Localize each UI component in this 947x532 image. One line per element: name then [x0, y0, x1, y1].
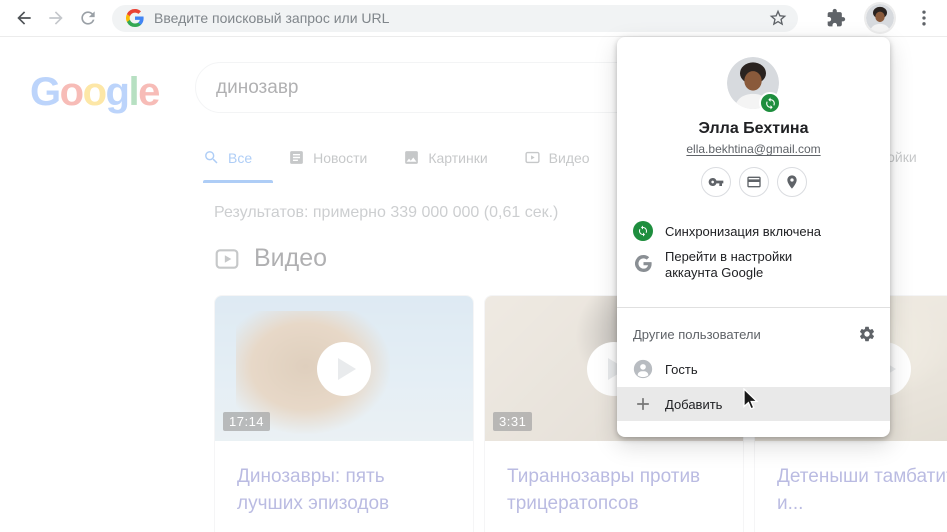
- video-title-link[interactable]: Динозавры: пять лучших эпизодов: [215, 441, 473, 517]
- guest-avatar-icon: [633, 359, 653, 379]
- payments-button[interactable]: [739, 167, 769, 197]
- search-icon: [203, 149, 220, 166]
- addresses-button[interactable]: [777, 167, 807, 197]
- video-title-link[interactable]: Тираннозавры против трицератопсов: [485, 441, 743, 517]
- address-bar[interactable]: Введите поисковый запрос или URL: [112, 5, 798, 32]
- bookmark-star-icon[interactable]: [768, 8, 788, 28]
- browser-menu-button[interactable]: [908, 2, 940, 34]
- google-logo[interactable]: Google: [30, 70, 159, 115]
- video-section-header: Видео: [214, 244, 327, 273]
- google-g-icon: [126, 9, 144, 27]
- tab-label: Картинки: [428, 150, 487, 166]
- profile-email: ella.bekhtina@gmail.com: [617, 142, 890, 156]
- tab-label: Видео: [549, 150, 590, 166]
- images-icon: [403, 149, 420, 166]
- video-section-icon: [214, 246, 240, 272]
- tab-all[interactable]: Все: [203, 149, 252, 166]
- search-query-text: динозавр: [216, 77, 299, 99]
- address-bar-placeholder: Введите поисковый запрос или URL: [154, 10, 768, 26]
- guest-label: Гость: [665, 362, 698, 377]
- forward-arrow-icon: [46, 8, 66, 28]
- video-title-link[interactable]: Детеныши тамбатитани и...: [755, 441, 947, 517]
- search-tabs: Все Новости Картинки Видео: [203, 149, 590, 166]
- sync-status-row[interactable]: Синхронизация включена: [617, 213, 890, 249]
- account-settings-label: Перейти в настройки аккаунта Google: [665, 249, 820, 281]
- tab-label: Все: [228, 150, 252, 166]
- puzzle-icon: [826, 8, 846, 28]
- manage-users-button[interactable]: [858, 325, 876, 343]
- sync-badge-icon: [759, 92, 781, 114]
- other-users-label: Другие пользователи: [633, 327, 761, 342]
- profile-shortcuts: [617, 167, 890, 197]
- tab-label: Новости: [313, 150, 367, 166]
- sync-icon: [633, 221, 653, 241]
- video-icon: [524, 149, 541, 166]
- video-duration-badge: 3:31: [493, 412, 532, 431]
- account-settings-row[interactable]: Перейти в настройки аккаунта Google: [617, 249, 890, 295]
- sync-status-label: Синхронизация включена: [665, 224, 821, 239]
- credit-card-icon: [746, 174, 762, 190]
- tab-images[interactable]: Картинки: [403, 149, 487, 166]
- location-pin-icon: [784, 174, 800, 190]
- profile-menu-popup: Элла Бехтина ella.bekhtina@gmail.com Син…: [617, 37, 890, 437]
- popup-divider: [617, 307, 890, 308]
- refresh-icon: [78, 8, 98, 28]
- profile-avatar-button[interactable]: [866, 4, 894, 32]
- extensions-button[interactable]: [820, 2, 852, 34]
- play-button-icon[interactable]: [317, 342, 371, 396]
- passwords-button[interactable]: [701, 167, 731, 197]
- tab-videos[interactable]: Видео: [524, 149, 590, 166]
- guest-row[interactable]: Гость: [617, 351, 890, 387]
- video-duration-badge: 17:14: [223, 412, 270, 431]
- video-section-title: Видео: [254, 244, 327, 273]
- back-button[interactable]: [8, 2, 40, 34]
- active-tab-underline: [203, 180, 273, 183]
- browser-toolbar: Введите поисковый запрос или URL: [0, 0, 947, 37]
- key-icon: [708, 174, 724, 190]
- news-icon: [288, 149, 305, 166]
- add-user-label: Добавить: [665, 397, 722, 412]
- three-dots-icon: [914, 8, 934, 28]
- results-stats: Результатов: примерно 339 000 000 (0,61 …: [214, 204, 558, 222]
- mouse-cursor: [742, 388, 760, 412]
- video-card[interactable]: 17:14 Динозавры: пять лучших эпизодов: [214, 295, 474, 532]
- plus-icon: [633, 394, 653, 414]
- avatar-image: [866, 4, 894, 32]
- profile-name: Элла Бехтина: [617, 120, 890, 138]
- back-arrow-icon: [14, 8, 34, 28]
- video-thumbnail[interactable]: 17:14: [215, 296, 473, 441]
- gear-icon: [858, 325, 876, 343]
- forward-button[interactable]: [40, 2, 72, 34]
- tab-news[interactable]: Новости: [288, 149, 367, 166]
- refresh-button[interactable]: [72, 2, 104, 34]
- google-g-gray-icon: [633, 253, 653, 273]
